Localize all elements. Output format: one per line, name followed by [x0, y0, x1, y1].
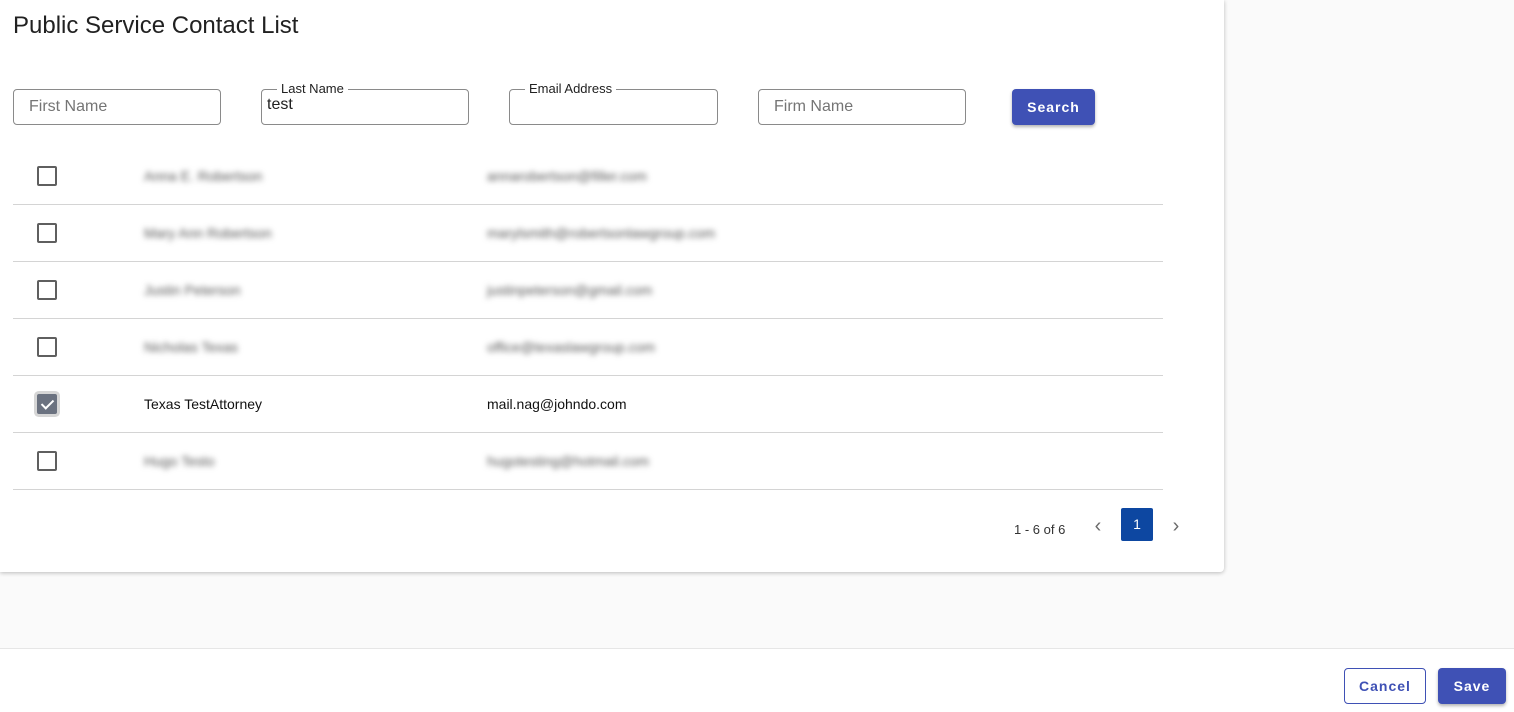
- table-row: Justin Peterson justinpeterson@gmail.com: [13, 262, 1163, 319]
- chevron-right-icon[interactable]: ›: [1166, 515, 1186, 539]
- cancel-button[interactable]: Cancel: [1344, 668, 1426, 704]
- firm-name-field[interactable]: [758, 89, 966, 125]
- table-row: Nicholas Texas office@texaslawgroup.com: [13, 319, 1163, 376]
- first-name-field[interactable]: [13, 89, 221, 125]
- page-number-button[interactable]: 1: [1121, 508, 1153, 541]
- contact-email: justinpeterson@gmail.com: [487, 282, 653, 298]
- last-name-input[interactable]: [262, 88, 468, 122]
- contact-email: annarobertson@filler.com: [487, 168, 647, 184]
- contact-name: Mary Ann Robertson: [144, 225, 272, 241]
- page-title: Public Service Contact List: [13, 12, 299, 39]
- row-checkbox[interactable]: [37, 223, 57, 243]
- firm-name-input[interactable]: [759, 90, 965, 124]
- email-address-field[interactable]: Email Address: [509, 81, 718, 125]
- first-name-input[interactable]: [14, 90, 220, 124]
- contact-email: hugotesting@hotmail.com: [487, 453, 650, 469]
- footer-bar: Cancel Save: [0, 648, 1514, 712]
- contact-name: Hugo Testo: [144, 453, 215, 469]
- contact-email: marylsmith@robertsonlawgroup.com: [487, 225, 716, 241]
- contact-list: Anna E. Robertson annarobertson@filler.c…: [13, 148, 1163, 490]
- pagination-summary: 1 - 6 of 6: [1014, 522, 1066, 537]
- save-button[interactable]: Save: [1438, 668, 1506, 704]
- search-button[interactable]: Search: [1012, 89, 1095, 125]
- contact-name: Nicholas Texas: [144, 339, 238, 355]
- table-row: Anna E. Robertson annarobertson@filler.c…: [13, 148, 1163, 205]
- row-checkbox[interactable]: [37, 280, 57, 300]
- contact-name: Justin Peterson: [144, 282, 241, 298]
- contact-name: Texas TestAttorney: [144, 396, 263, 412]
- table-row: Hugo Testo hugotesting@hotmail.com: [13, 433, 1163, 490]
- contact-name: Anna E. Robertson: [144, 168, 263, 184]
- chevron-left-icon[interactable]: ‹: [1088, 515, 1108, 539]
- row-checkbox[interactable]: [37, 337, 57, 357]
- row-checkbox[interactable]: [37, 166, 57, 186]
- contact-list-card: Public Service Contact List Last Name Em…: [0, 0, 1224, 572]
- table-row: Mary Ann Robertson marylsmith@robertsonl…: [13, 205, 1163, 262]
- contact-email: office@texaslawgroup.com: [487, 339, 656, 355]
- last-name-field[interactable]: Last Name: [261, 81, 469, 125]
- row-checkbox[interactable]: [37, 451, 57, 471]
- row-checkbox[interactable]: [37, 394, 57, 414]
- email-address-input[interactable]: [510, 90, 717, 124]
- table-row: Texas TestAttorney mail.nag@johndo.com: [13, 376, 1163, 433]
- contact-email: mail.nag@johndo.com: [487, 396, 627, 412]
